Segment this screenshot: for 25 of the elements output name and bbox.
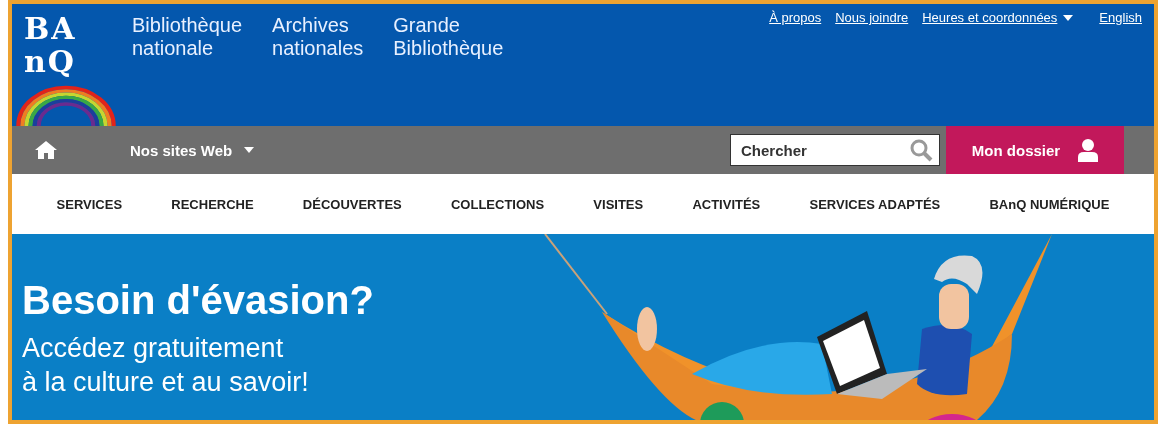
- caret-icon: [244, 147, 255, 153]
- sites-menu-button[interactable]: Nos sites Web: [126, 137, 259, 163]
- account-button[interactable]: Mon dossier: [946, 126, 1124, 174]
- nav-link[interactable]: COLLECTIONS: [451, 196, 545, 212]
- user-icon: [1078, 138, 1099, 162]
- nav-link[interactable]: SERVICES: [56, 196, 123, 212]
- nav-link[interactable]: SERVICES ADAPTÉS: [809, 196, 941, 212]
- hero-subtitle: Accédez gratuitement à la culture et au savoir!: [22, 332, 310, 399]
- utility-link[interactable]: Nous joindre: [835, 10, 909, 25]
- logo[interactable]: BA nQ: [24, 12, 77, 78]
- nav-link[interactable]: DÉCOUVERTES: [302, 196, 402, 212]
- utility-link[interactable]: Heures et coordonnées: [922, 10, 1074, 25]
- utility-link[interactable]: À propos: [769, 10, 822, 25]
- site-link[interactable]: Bibliothèque nationale: [132, 14, 243, 60]
- home-icon[interactable]: [34, 140, 58, 160]
- search-field[interactable]: Chercher: [730, 134, 940, 166]
- nav-link[interactable]: BAnQ NUMÉRIQUE: [989, 196, 1110, 212]
- hero-title: Besoin d'évasion?: [22, 278, 374, 323]
- nav-link[interactable]: ACTIVITÉS: [692, 196, 761, 212]
- site-link[interactable]: Archives nationales: [272, 14, 364, 60]
- site-link[interactable]: Grande Bibliothèque: [393, 14, 504, 60]
- utility-link[interactable]: English: [1099, 10, 1142, 25]
- search-icon[interactable]: [909, 138, 933, 162]
- nav-link[interactable]: VISITES: [593, 196, 644, 212]
- nav-link[interactable]: RECHERCHE: [171, 196, 254, 212]
